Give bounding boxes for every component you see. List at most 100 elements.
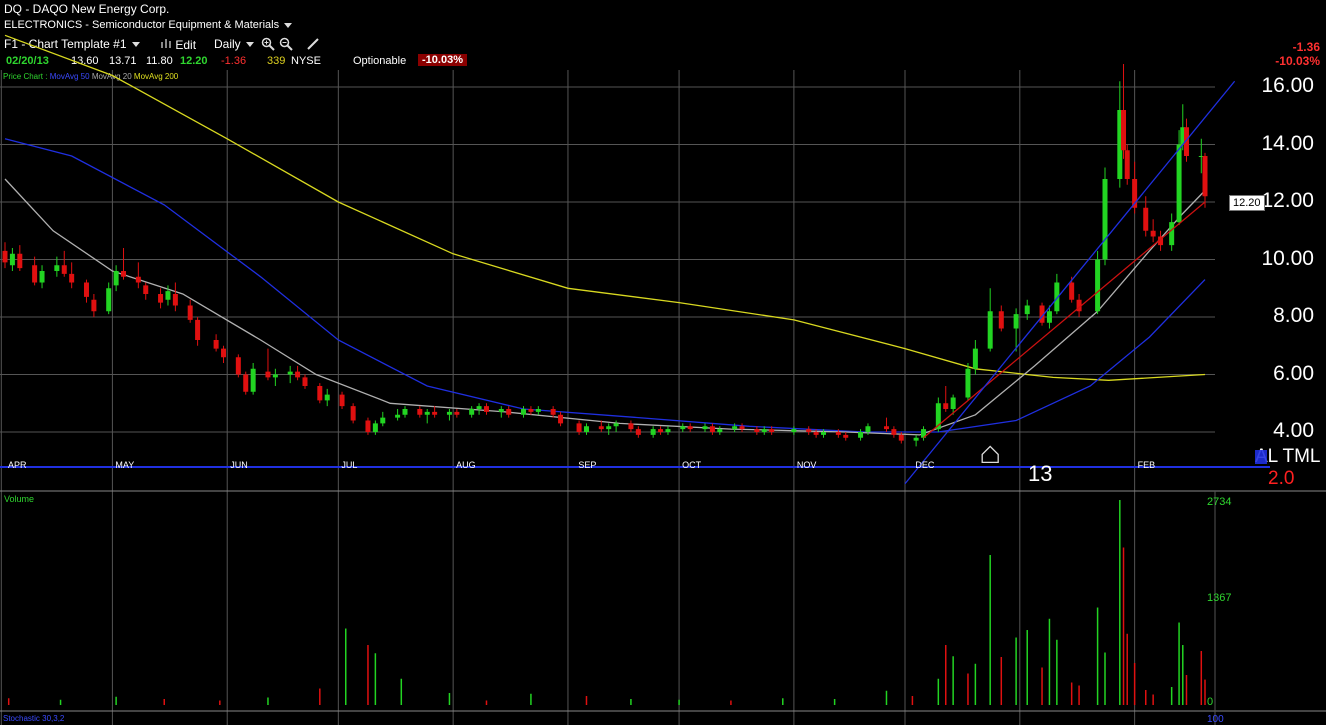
candles xyxy=(2,64,1208,447)
last-price-tag: 12.20 xyxy=(1229,193,1265,211)
trendline-red xyxy=(923,201,1206,439)
candle-body xyxy=(950,397,956,409)
candle-body xyxy=(143,285,149,294)
month-label: JUN xyxy=(230,460,248,470)
candle-body xyxy=(135,276,141,283)
candle-body xyxy=(187,305,193,320)
candle-body xyxy=(998,311,1004,329)
candle-body xyxy=(583,426,589,432)
candle-body xyxy=(687,426,693,430)
candle-body xyxy=(1150,230,1156,237)
candle-body xyxy=(1124,150,1130,179)
candle-body xyxy=(265,371,271,378)
candle-body xyxy=(302,377,308,386)
price-tick-label: 4.00 xyxy=(1273,419,1314,442)
candle-body xyxy=(717,429,723,432)
candle-body xyxy=(665,429,671,432)
candle-body xyxy=(113,271,119,286)
month-label: NOV xyxy=(796,460,817,470)
candle-body xyxy=(702,426,708,430)
month-label: OCT xyxy=(682,460,702,470)
candle-body xyxy=(898,434,904,441)
month-label: SEP xyxy=(578,460,597,470)
candle-body xyxy=(650,429,656,435)
candle-body xyxy=(987,311,993,349)
candle-body xyxy=(106,288,112,312)
candle-body xyxy=(476,406,482,409)
month-label: AUG xyxy=(456,460,476,470)
candle-body xyxy=(528,409,534,412)
candle-body xyxy=(858,432,864,438)
year-label: 13 xyxy=(1028,461,1053,486)
candle-body xyxy=(213,340,219,349)
candle-body xyxy=(454,411,460,415)
month-label: FEB xyxy=(1137,460,1156,470)
volume-mid: 1367 xyxy=(1207,592,1232,604)
candle-body xyxy=(506,409,512,415)
candle-body xyxy=(380,417,386,424)
signal-marker xyxy=(981,445,999,464)
trendline-blue xyxy=(904,80,1236,485)
candle-body xyxy=(2,250,8,263)
volume-title: Volume xyxy=(4,494,35,504)
candle-body xyxy=(813,432,819,435)
candle-body xyxy=(158,294,164,303)
candle-body xyxy=(235,357,241,375)
candle-body xyxy=(943,403,949,409)
candle-body xyxy=(558,414,564,424)
candle-body xyxy=(658,429,664,432)
candle-body xyxy=(806,429,812,432)
ma50-line xyxy=(4,138,1206,433)
candle-body xyxy=(39,271,45,283)
candle-body xyxy=(521,409,527,415)
candle-body xyxy=(287,371,293,375)
price-chart[interactable] xyxy=(0,0,1326,725)
candle-body xyxy=(709,426,715,432)
candle-body xyxy=(891,429,897,435)
month-label: APR xyxy=(8,460,27,470)
candle-body xyxy=(1095,259,1101,312)
candle-body xyxy=(1024,305,1030,315)
candle-body xyxy=(635,429,641,435)
candle-body xyxy=(1121,110,1127,151)
trendlines xyxy=(904,80,1236,485)
month-label: JUL xyxy=(341,460,358,470)
candle-body xyxy=(628,423,634,430)
tml-marker xyxy=(1255,450,1267,464)
candle-body xyxy=(1176,144,1182,223)
candle-body xyxy=(432,411,438,415)
candle-body xyxy=(469,409,475,415)
price-tick-label: 10.00 xyxy=(1261,246,1314,270)
candle-body xyxy=(446,411,452,415)
candle-body xyxy=(32,265,38,283)
candle-body xyxy=(769,429,775,432)
candle-body xyxy=(165,291,171,300)
candle-body xyxy=(9,253,15,266)
candle-body xyxy=(835,432,841,435)
candle-body xyxy=(91,299,97,312)
candle-body xyxy=(843,434,849,438)
candle-body xyxy=(680,426,686,430)
candle-body xyxy=(754,429,760,432)
price-tick-label: 8.00 xyxy=(1273,304,1314,327)
volume-bars xyxy=(7,500,1206,705)
candle-body xyxy=(1069,282,1075,300)
volume-max: 2734 xyxy=(1207,496,1232,508)
candle-body xyxy=(883,426,889,430)
candle-body xyxy=(61,265,67,274)
volume-zero: 0 xyxy=(1207,696,1214,708)
candle-body xyxy=(821,432,827,435)
candle-body xyxy=(972,348,978,369)
candle-body xyxy=(550,409,556,415)
price-tick-label: 6.00 xyxy=(1273,361,1314,385)
candle-body xyxy=(1013,314,1019,329)
candle-body xyxy=(1169,222,1175,246)
candle-body xyxy=(339,394,345,407)
candle-body xyxy=(272,374,278,378)
candle-body xyxy=(365,420,371,432)
candle-body xyxy=(732,426,738,430)
last-price-text: 12.20 xyxy=(1229,195,1265,211)
candle-body xyxy=(121,271,127,277)
candle-body xyxy=(424,411,430,415)
candle-body xyxy=(606,426,612,430)
